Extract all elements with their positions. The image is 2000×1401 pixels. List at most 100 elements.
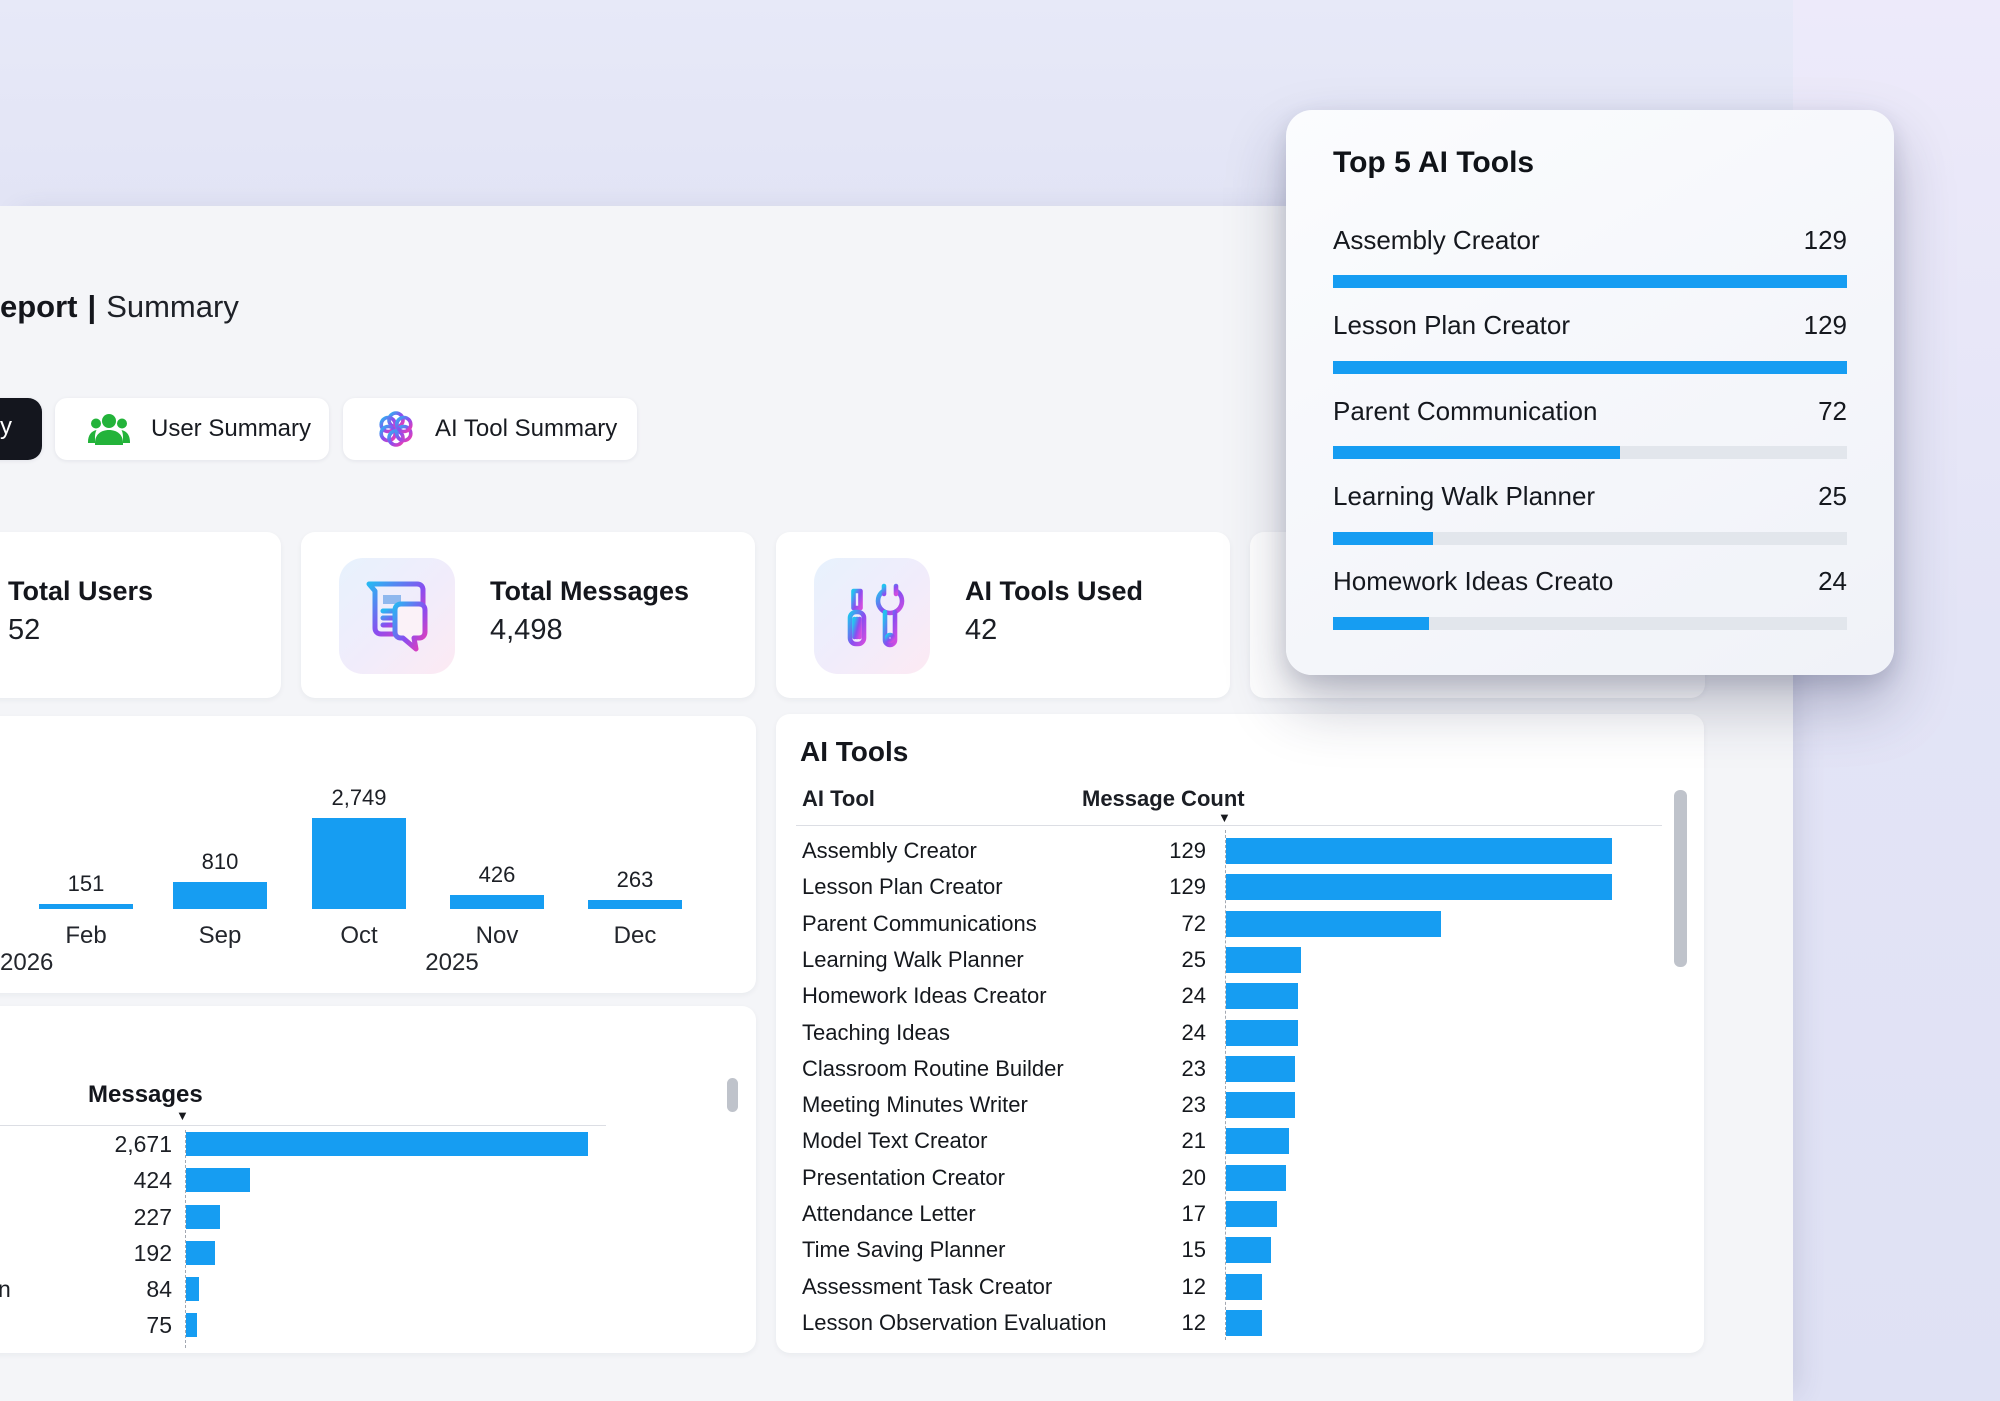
table-row[interactable]: Parent Communications72 — [792, 906, 1662, 942]
x-axis-month-label: Nov — [437, 922, 557, 950]
bar-value-label: 263 — [575, 867, 695, 893]
table-row-bar — [1226, 1165, 1286, 1191]
tab-user-summary[interactable]: User Summary — [55, 398, 329, 460]
row-value-label: 192 — [22, 1240, 172, 1267]
table-row-bar — [1226, 1128, 1289, 1154]
report-name-fragment: eport — [0, 289, 78, 324]
messages-chart-card: Messages ▼ 2,671424227192n8475 — [0, 1006, 756, 1353]
page-section-title: Summary — [106, 289, 239, 324]
horizontal-bar[interactable] — [186, 1241, 215, 1265]
dashboard-root: eport | Summary y User Summary — [0, 0, 2000, 1401]
table-cell-count: 24 — [1106, 1020, 1206, 1046]
header-separator — [0, 1125, 606, 1126]
ai-flower-icon — [377, 410, 415, 448]
table-row[interactable]: Assessment Task Creator 12 — [792, 1269, 1662, 1305]
table-row[interactable]: Learning Walk Planner25 — [792, 942, 1662, 978]
ai-tools-card: AI Tools AI Tool Message Count ▼ Assembl… — [776, 714, 1704, 1353]
table-row[interactable]: Assembly Creator129 — [792, 833, 1662, 869]
top5-list: Assembly Creator129Lesson Plan Creator12… — [1286, 110, 1894, 675]
table-row[interactable]: Time Saving Planner15 — [792, 1232, 1662, 1268]
table-rows-container: Assembly Creator129Lesson Plan Creator12… — [776, 714, 1704, 1353]
table-cell-count: 12 — [1106, 1310, 1206, 1336]
top5-item-name: Learning Walk Planner — [1333, 481, 1595, 512]
vertical-scrollbar[interactable] — [727, 1078, 738, 1112]
table-cell-count: 12 — [1106, 1274, 1206, 1300]
top5-item-value: 25 — [1697, 481, 1847, 512]
table-row-bar — [1226, 947, 1301, 973]
top5-bar-fill — [1333, 617, 1429, 630]
sort-desc-icon[interactable]: ▼ — [176, 1108, 189, 1123]
table-cell-tool: Assembly Creator — [802, 838, 977, 864]
table-row-bar — [1226, 1310, 1262, 1336]
table-cell-tool: Classroom Routine Builder — [802, 1056, 1064, 1082]
top5-bar-fill — [1333, 532, 1433, 545]
table-row-bar — [1226, 983, 1298, 1009]
table-cell-count: 24 — [1106, 983, 1206, 1009]
tab-user-summary-label: User Summary — [151, 415, 311, 443]
table-row[interactable]: Attendance Letter17 — [792, 1196, 1662, 1232]
messages-column-header[interactable]: Messages — [88, 1081, 203, 1109]
table-cell-tool: Parent Communications — [802, 911, 1037, 937]
table-cell-tool: Presentation Creator — [802, 1165, 1005, 1191]
title-divider: | — [88, 289, 97, 324]
table-row[interactable]: Meeting Minutes Writer23 — [792, 1087, 1662, 1123]
kpi-card-total-users: Total Users 52 — [0, 532, 281, 698]
top5-item-value: 129 — [1697, 310, 1847, 341]
category-label-fragment: n — [0, 1276, 11, 1303]
tab-active-partial[interactable]: y — [0, 398, 42, 460]
column-bar[interactable] — [450, 895, 544, 909]
column-bar[interactable] — [173, 882, 267, 909]
bar-value-label: 2,749 — [299, 785, 419, 811]
table-row[interactable]: Presentation Creator 20 — [792, 1160, 1662, 1196]
table-row-bar — [1226, 911, 1441, 937]
table-cell-tool: Attendance Letter — [802, 1201, 976, 1227]
table-row[interactable]: Model Text Creator21 — [792, 1123, 1662, 1159]
kpi-value: 4,498 — [490, 614, 563, 647]
table-cell-tool: Model Text Creator — [802, 1128, 987, 1154]
column-bar[interactable] — [39, 904, 133, 909]
table-row-bar — [1226, 1201, 1277, 1227]
table-row[interactable]: Classroom Routine Builder23 — [792, 1051, 1662, 1087]
top5-item-name: Homework Ideas Creato — [1333, 566, 1613, 597]
table-cell-tool: Assessment Task Creator — [802, 1274, 1052, 1300]
table-row[interactable]: Homework Ideas Creator24 — [792, 978, 1662, 1014]
users-icon — [87, 411, 131, 447]
kpi-card-ai-tools-used: AI Tools Used 42 — [776, 532, 1230, 698]
table-row[interactable]: Lesson Plan Creator 129 — [792, 869, 1662, 905]
horizontal-bar[interactable] — [186, 1168, 250, 1192]
column-bar[interactable] — [588, 900, 682, 909]
table-row-bar — [1226, 1237, 1271, 1263]
vertical-scrollbar[interactable] — [1674, 790, 1687, 967]
horizontal-bar[interactable] — [186, 1132, 588, 1156]
tab-active-label-fragment: y — [0, 413, 12, 441]
x-axis-month-label: Feb — [26, 922, 146, 950]
table-cell-count: 20 — [1106, 1165, 1206, 1191]
tab-ai-tool-summary[interactable]: AI Tool Summary — [343, 398, 637, 460]
top5-item-value: 72 — [1697, 396, 1847, 427]
table-row[interactable]: Lesson Observation Evaluation12 — [792, 1305, 1662, 1341]
top5-item-name: Parent Communication — [1333, 396, 1597, 427]
x-axis-year-label: 2026 — [0, 949, 53, 977]
top5-bar-fill — [1333, 446, 1620, 459]
horizontal-bar[interactable] — [186, 1205, 220, 1229]
table-row-bar — [1226, 838, 1612, 864]
table-cell-count: 129 — [1106, 874, 1206, 900]
bar-value-label: 426 — [437, 862, 557, 888]
x-axis-year-label: 2025 — [392, 949, 512, 977]
tools-icon — [814, 558, 930, 674]
kpi-card-total-messages: Total Messages 4,498 — [301, 532, 755, 698]
table-row-bar — [1226, 1092, 1295, 1118]
row-value-label: 227 — [22, 1204, 172, 1231]
table-row-bar — [1226, 1274, 1262, 1300]
table-row-bar — [1226, 874, 1612, 900]
table-cell-tool: Lesson Observation Evaluation — [802, 1310, 1107, 1336]
row-value-label: 84 — [22, 1276, 172, 1303]
row-value-label: 75 — [22, 1312, 172, 1339]
kpi-label: Total Users — [8, 576, 153, 607]
table-cell-count: 15 — [1106, 1237, 1206, 1263]
column-bar[interactable] — [312, 818, 406, 909]
table-row[interactable]: Teaching Ideas24 — [792, 1015, 1662, 1051]
horizontal-bar[interactable] — [186, 1277, 199, 1301]
horizontal-bar[interactable] — [186, 1313, 197, 1337]
table-cell-tool: Lesson Plan Creator — [802, 874, 1003, 900]
